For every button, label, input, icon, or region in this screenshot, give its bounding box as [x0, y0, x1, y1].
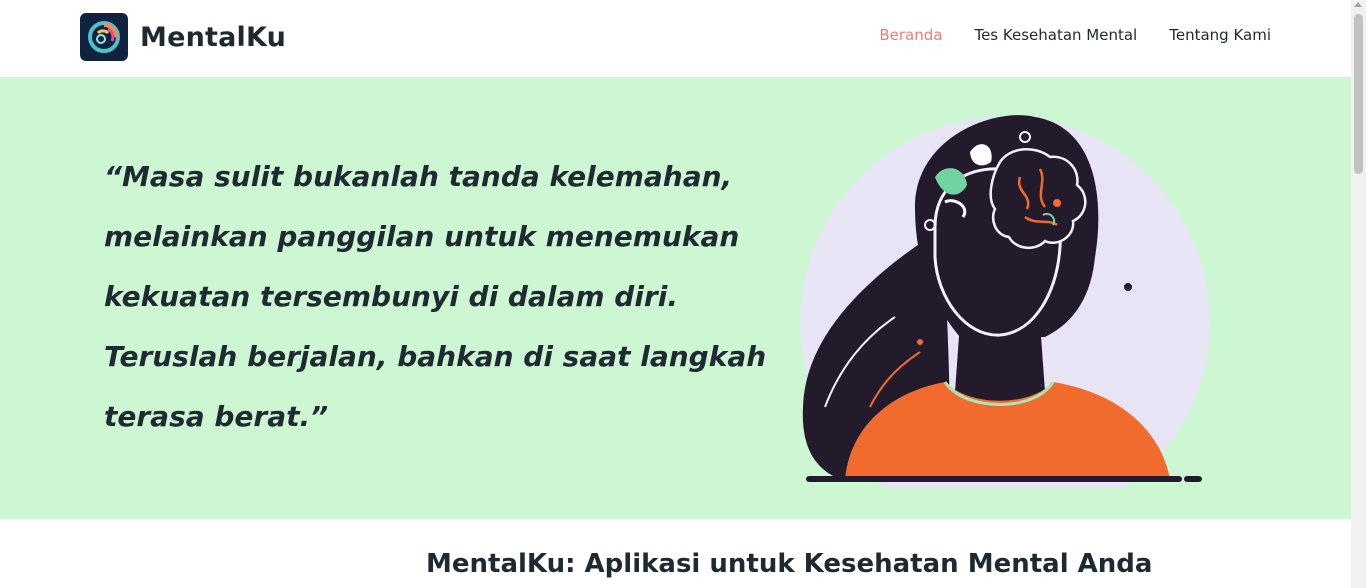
page-scrollbar[interactable] — [1351, 0, 1366, 588]
scrollbar-thumb[interactable] — [1354, 14, 1363, 174]
section-title: MentalKu: Aplikasi untuk Kesehatan Menta… — [426, 549, 1153, 579]
scroll-up-arrow-icon[interactable] — [1354, 2, 1362, 7]
brand-name: MentalKu — [140, 21, 287, 53]
nav-link-tes-kesehatan-mental[interactable]: Tes Kesehatan Mental — [974, 26, 1137, 44]
nav-menu: Beranda Tes Kesehatan Mental Tentang Kam… — [847, 26, 1271, 44]
brain-swirl-icon — [80, 13, 128, 61]
intro-section: MentalKu: Aplikasi untuk Kesehatan Menta… — [0, 519, 1351, 588]
navbar: MentalKu Beranda Tes Kesehatan Mental Te… — [0, 0, 1351, 77]
hero-section: “Masa sulit bukanlah tanda kelemahan, me… — [0, 77, 1351, 519]
nav-link-tentang-kami[interactable]: Tentang Kami — [1169, 26, 1271, 44]
hero-quote: “Masa sulit bukanlah tanda kelemahan, me… — [104, 160, 767, 433]
woman-mind-illustration — [795, 107, 1215, 519]
brand[interactable]: MentalKu — [80, 13, 286, 61]
nav-link-beranda[interactable]: Beranda — [879, 26, 942, 44]
